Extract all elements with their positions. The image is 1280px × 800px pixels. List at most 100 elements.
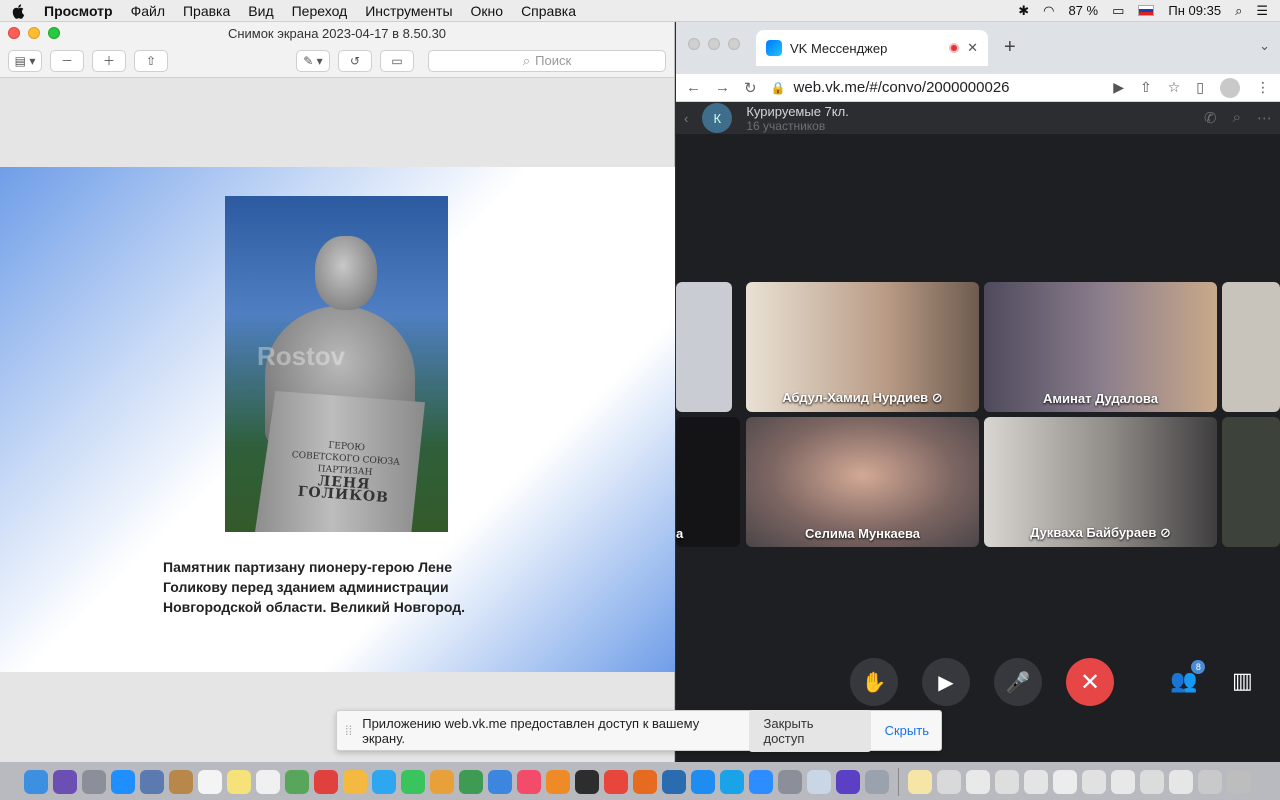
- app-store-icon[interactable]: [691, 769, 715, 794]
- tab-close-icon[interactable]: ✕: [967, 40, 978, 56]
- battery-icon[interactable]: ▭: [1112, 3, 1124, 19]
- recent-file-icon[interactable]: [1024, 769, 1048, 794]
- reload-icon[interactable]: ↻: [744, 79, 757, 97]
- messages-icon[interactable]: [372, 769, 396, 794]
- keynote-icon[interactable]: [488, 769, 512, 794]
- contacts-icon[interactable]: [169, 769, 193, 794]
- spotlight-icon[interactable]: ⌕: [1235, 3, 1242, 19]
- menu-help[interactable]: Справка: [521, 3, 576, 19]
- active-app-name[interactable]: Просмотр: [44, 3, 113, 19]
- firefox-icon[interactable]: [633, 769, 657, 794]
- toolbox-icon[interactable]: ▭: [380, 49, 414, 72]
- recent-file-icon[interactable]: [1082, 769, 1106, 794]
- zoom-window-button[interactable]: [48, 27, 60, 39]
- finder-icon[interactable]: [24, 769, 48, 794]
- participant-tile[interactable]: Абдул-Хамид Нурдиев ⊘: [746, 282, 979, 412]
- remote-app-icon[interactable]: [314, 769, 338, 794]
- music-icon[interactable]: [517, 769, 541, 794]
- screenshot-app-icon[interactable]: [865, 769, 889, 794]
- trash-icon[interactable]: [1227, 769, 1251, 794]
- minimize-window-button[interactable]: [28, 27, 40, 39]
- menu-view[interactable]: Вид: [248, 3, 273, 19]
- documents-stack-icon[interactable]: [908, 769, 932, 794]
- siri-icon[interactable]: [53, 769, 77, 794]
- stop-sharing-button[interactable]: Закрыть доступ: [749, 709, 871, 752]
- camera-toggle-icon[interactable]: ▶: [922, 658, 970, 706]
- filezilla-icon[interactable]: [662, 769, 686, 794]
- recent-file-icon[interactable]: [1111, 769, 1135, 794]
- bluetooth-icon[interactable]: ✱: [1018, 3, 1029, 19]
- recent-file-icon[interactable]: [1053, 769, 1077, 794]
- input-source-flag-icon[interactable]: [1138, 5, 1155, 16]
- more-icon[interactable]: ⋯: [1257, 109, 1272, 127]
- participant-tile[interactable]: Дукваха Байбураев ⊘: [984, 417, 1217, 547]
- chrome-icon[interactable]: [604, 769, 628, 794]
- participants-icon[interactable]: 👥 8: [1170, 660, 1206, 694]
- recent-file-icon[interactable]: [995, 769, 1019, 794]
- sidebar-toggle-icon[interactable]: ▤ ▾: [8, 49, 42, 72]
- maps-icon[interactable]: [285, 769, 309, 794]
- zoom-out-icon[interactable]: －: [50, 49, 84, 72]
- layout-toggle-icon[interactable]: ▥: [1232, 668, 1253, 694]
- numbers-icon[interactable]: [459, 769, 483, 794]
- url-field[interactable]: 🔒 web.vk.me/#/convo/2000000026: [771, 79, 1010, 96]
- apple-menu-icon[interactable]: [12, 3, 26, 19]
- siri-shortcut-icon[interactable]: [836, 769, 860, 794]
- participant-tile-screenshare[interactable]: [676, 282, 732, 412]
- facetime-icon[interactable]: [401, 769, 425, 794]
- reminders-icon[interactable]: [256, 769, 280, 794]
- menu-go[interactable]: Переход: [292, 3, 348, 19]
- skype-icon[interactable]: [720, 769, 744, 794]
- kebab-menu-icon[interactable]: ⋮: [1256, 79, 1270, 96]
- pages-icon[interactable]: [430, 769, 454, 794]
- camera-permission-icon[interactable]: ▶: [1113, 79, 1124, 96]
- participant-tile-partial[interactable]: [1222, 417, 1280, 547]
- system-preferences-icon[interactable]: [778, 769, 802, 794]
- tab-search-icon[interactable]: ⌄: [1259, 38, 1270, 54]
- participant-tile[interactable]: Селима Мункаева: [746, 417, 979, 547]
- search-field[interactable]: ⌕ Поиск: [428, 49, 666, 72]
- battery-percent[interactable]: 87 %: [1068, 3, 1098, 18]
- share-icon[interactable]: ⇧: [134, 49, 168, 72]
- preview-app-icon[interactable]: [140, 769, 164, 794]
- search-chat-icon[interactable]: ⌕: [1233, 109, 1241, 127]
- close-window-button[interactable]: [8, 27, 20, 39]
- back-icon[interactable]: ←: [686, 79, 701, 96]
- clock[interactable]: Пн 09:35: [1168, 3, 1221, 18]
- rotate-icon[interactable]: ↺: [338, 49, 372, 72]
- safari-icon[interactable]: [111, 769, 135, 794]
- zoom-in-icon[interactable]: ＋: [92, 49, 126, 72]
- back-arrow-icon[interactable]: ‹: [684, 111, 688, 126]
- browser-close-button[interactable]: [688, 38, 700, 50]
- bookmark-star-icon[interactable]: ☆: [1168, 79, 1181, 96]
- zoom-icon[interactable]: [749, 769, 773, 794]
- raise-hand-icon[interactable]: ✋: [850, 658, 898, 706]
- recent-file-icon[interactable]: [937, 769, 961, 794]
- menu-tools[interactable]: Инструменты: [365, 3, 452, 19]
- microphone-icon[interactable]: 🎤: [994, 658, 1042, 706]
- drag-handle-icon[interactable]: ⁞⁞: [345, 723, 352, 738]
- notes-icon[interactable]: [227, 769, 251, 794]
- profile-avatar-icon[interactable]: [1220, 77, 1240, 98]
- browser-minimize-button[interactable]: [708, 38, 720, 50]
- end-call-icon[interactable]: ✕: [1066, 658, 1114, 706]
- menu-window[interactable]: Окно: [471, 3, 504, 19]
- tab-vk-messenger[interactable]: VK Мессенджер ✕: [756, 30, 988, 66]
- photos-icon[interactable]: [343, 769, 367, 794]
- recent-file-icon[interactable]: [1140, 769, 1164, 794]
- books-icon[interactable]: [546, 769, 570, 794]
- lock-icon[interactable]: 🔒: [771, 81, 786, 95]
- recent-file-icon[interactable]: [966, 769, 990, 794]
- new-tab-icon[interactable]: +: [1004, 36, 1016, 59]
- image-capture-icon[interactable]: [807, 769, 831, 794]
- share-page-icon[interactable]: ⇧: [1140, 79, 1152, 96]
- control-center-icon[interactable]: ☰: [1256, 3, 1268, 19]
- wifi-icon[interactable]: ◠: [1043, 3, 1054, 19]
- participant-tile[interactable]: Аминат Дудалова: [984, 282, 1217, 412]
- calendar-icon[interactable]: [198, 769, 222, 794]
- markup-icon[interactable]: ✎ ▾: [296, 49, 330, 72]
- chat-avatar[interactable]: К: [702, 103, 733, 133]
- forward-icon[interactable]: →: [715, 79, 730, 96]
- chat-title[interactable]: Курируемые 7кл.: [746, 104, 848, 119]
- side-panel-icon[interactable]: ▯: [1196, 79, 1204, 96]
